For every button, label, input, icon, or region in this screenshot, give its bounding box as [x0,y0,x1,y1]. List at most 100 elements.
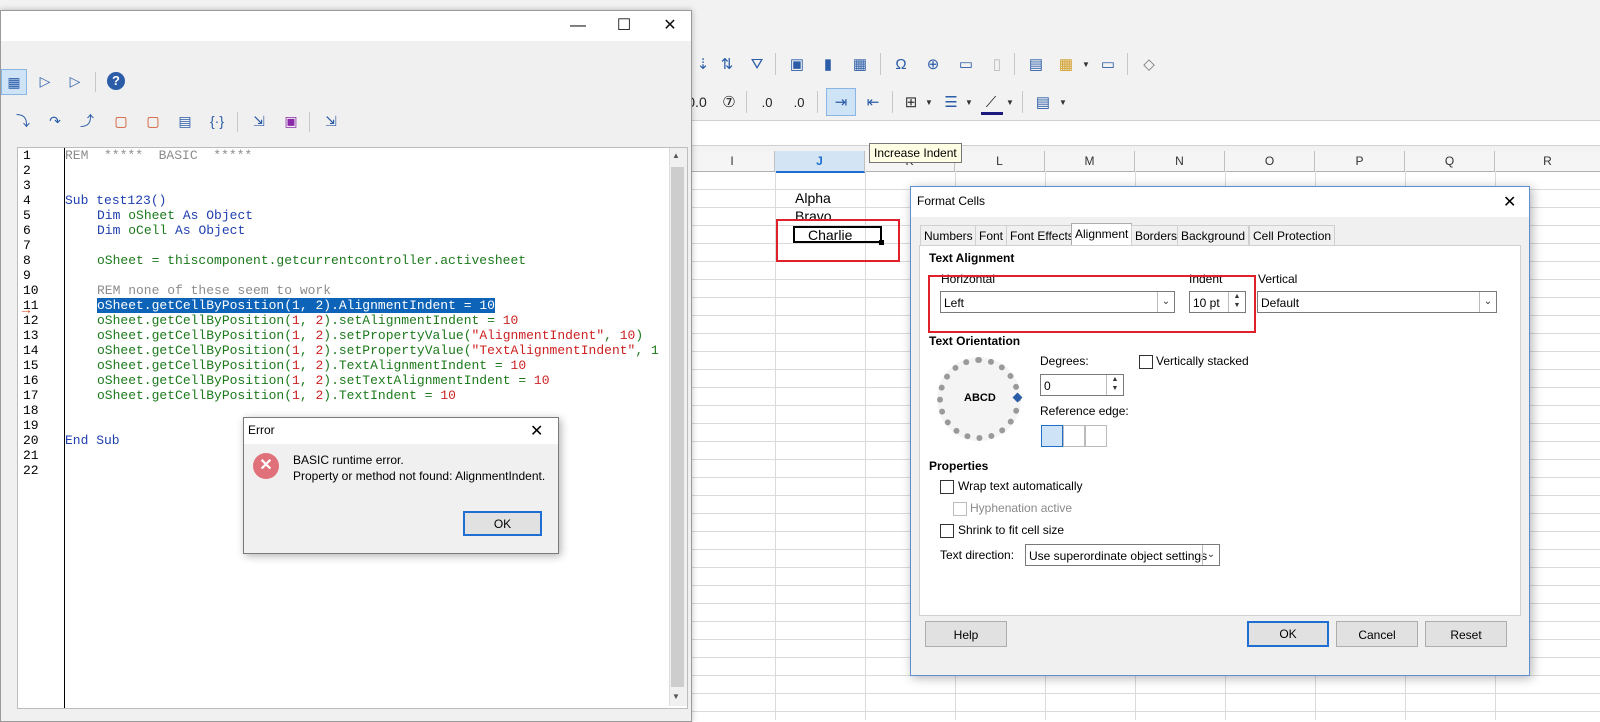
pivot-table-icon[interactable]: ▦ [849,53,871,75]
borders-icon[interactable]: ⊞ [900,91,922,113]
tab-numbers[interactable]: Numbers [920,225,977,246]
reset-button[interactable]: Reset [1425,621,1507,647]
split-window-icon[interactable]: ▭ [1097,53,1119,75]
tab-font-effects[interactable]: Font Effects [1006,225,1078,246]
hyphenation-checkbox[interactable] [953,502,967,516]
format-as-date-icon[interactable]: ⑦ [718,91,740,113]
column-header-m[interactable]: M [1045,151,1135,172]
enable-watch-icon[interactable]: ▤ [173,109,197,133]
code-line-20[interactable]: End Sub [65,433,120,448]
delete-decimal-place-icon[interactable]: .0 [788,91,810,113]
add-decimal-place-icon[interactable]: .0 [756,91,778,113]
code-line-15[interactable]: oSheet.getCellByPosition(1, 2).TextAlign… [97,358,526,373]
wrap-text-checkbox[interactable] [940,480,954,494]
ok-button[interactable]: OK [1247,621,1329,647]
column-header-i[interactable]: I [690,151,775,172]
export-basic-icon[interactable]: ▣ [279,109,303,133]
decrease-indent-icon[interactable]: ⇤ [862,91,884,113]
tab-background[interactable]: Background [1177,225,1250,246]
insert-source-icon[interactable]: ⇲ [319,109,343,133]
chevron-down-icon[interactable]: ⌄ [1479,292,1496,312]
headers-footers-icon[interactable]: ▯ [986,53,1008,75]
chevron-down-icon[interactable]: ▼ [1006,98,1014,107]
insert-chart-icon[interactable]: ▮ [817,53,839,75]
reference-edge-bottom-button[interactable] [1041,425,1063,447]
code-line-8[interactable]: oSheet = thiscomponent.getcurrentcontrol… [97,253,526,268]
help-icon[interactable]: ? [104,69,128,93]
code-line-12[interactable]: oSheet.getCellByPosition(1, 2).setAlignm… [97,313,518,328]
tab-borders[interactable]: Borders [1131,225,1182,246]
comment-icon[interactable]: ▭ [955,53,977,75]
column-header-r[interactable]: R [1495,151,1600,172]
define-print-area-icon[interactable]: ▤ [1025,53,1047,75]
column-header-j[interactable]: J [775,151,865,173]
text-direction-select[interactable]: Use superordinate object settings ⌄ [1025,544,1220,566]
step-into-icon[interactable]: ⤵ [11,109,35,133]
chevron-down-icon[interactable]: ⌄ [1202,545,1219,565]
vertical-select[interactable]: Default ⌄ [1257,291,1497,313]
vertically-stacked-checkbox[interactable] [1139,355,1153,369]
show-draw-functions-icon[interactable]: ◇ [1138,53,1160,75]
code-line-11-highlighted[interactable]: oSheet.getCellByPosition(1, 2).Alignment… [97,298,495,313]
cell-j2[interactable]: Alpha [795,190,831,206]
code-line-5[interactable]: Dim oSheet As Object [97,208,253,223]
column-header-l[interactable]: L [955,151,1045,172]
close-icon[interactable]: ✕ [1503,192,1516,212]
sort-icon[interactable]: ⇅ [716,53,738,75]
column-header-p[interactable]: P [1315,151,1405,172]
code-line-10[interactable]: REM none of these seem to work [97,283,331,298]
hyperlink-icon[interactable]: ⊕ [922,53,944,75]
insert-image-icon[interactable]: ▣ [786,53,808,75]
spin-arrows-icon[interactable]: ▲ ▼ [1106,375,1123,395]
tab-font[interactable]: Font [975,225,1008,246]
step-out-icon[interactable]: ⤴ [75,109,99,133]
freeze-rows-columns-icon[interactable]: ▦ [1055,53,1077,75]
ok-button[interactable]: OK [463,511,542,536]
code-line-4[interactable]: Sub test123() [65,193,166,208]
column-header-n[interactable]: N [1135,151,1225,172]
sort-descending-icon[interactable]: ⇣ [692,53,714,75]
macros-icon[interactable]: ▷ [63,69,87,93]
chevron-down-icon[interactable]: ▼ [1059,98,1067,107]
toggle-breakpoint-icon[interactable]: ▢ [109,109,133,133]
close-icon[interactable]: ✕ [530,421,543,441]
code-line-16[interactable]: oSheet.getCellByPosition(1, 2).setTextAl… [97,373,550,388]
column-header-q[interactable]: Q [1405,151,1495,172]
import-basic-icon[interactable]: ⇲ [247,109,271,133]
border-style-icon[interactable]: ☰ [940,91,962,113]
maximize-icon[interactable]: ☐ [601,11,647,41]
code-line-14[interactable]: oSheet.getCellByPosition(1, 2).setProper… [97,343,659,358]
code-line-1[interactable]: REM ***** BASIC ***** [65,148,252,163]
special-character-icon[interactable]: Ω [890,53,912,75]
code-line-13[interactable]: oSheet.getCellByPosition(1, 2).setProper… [97,328,643,343]
scroll-down-icon[interactable]: ▼ [672,692,680,701]
scrollbar-thumb[interactable] [671,167,684,687]
border-color-icon[interactable]: ⟋ [980,91,1002,113]
object-catalog-icon[interactable]: ▦ [1,69,27,95]
cancel-button[interactable]: Cancel [1336,621,1418,647]
code-line-6[interactable]: Dim oCell As Object [97,223,245,238]
shrink-to-fit-checkbox[interactable] [940,524,954,538]
chevron-down-icon[interactable]: ▼ [965,98,973,107]
autofilter-icon[interactable]: ⛛ [746,53,768,75]
manage-breakpoints-icon[interactable]: ▢ [141,109,165,133]
run-basic-icon[interactable]: ▷ [33,69,57,93]
tab-alignment[interactable]: Alignment [1071,223,1133,246]
reference-edge-inside-button[interactable] [1085,425,1107,447]
find-parentheses-icon[interactable]: {·} [205,109,229,133]
tab-cell-protection[interactable]: Cell Protection [1249,225,1336,246]
step-over-icon[interactable]: ↷ [43,109,67,133]
minimize-icon[interactable]: — [555,11,601,41]
chevron-down-icon[interactable]: ▼ [1082,60,1090,69]
conditional-format-icon[interactable]: ▤ [1032,91,1054,113]
reference-edge-top-button[interactable] [1063,425,1085,447]
degrees-spinbox[interactable]: 0 ▲ ▼ [1040,374,1124,396]
help-button[interactable]: Help [925,621,1007,647]
code-line-17[interactable]: oSheet.getCellByPosition(1, 2).TextInden… [97,388,456,403]
formula-bar[interactable] [690,120,1600,146]
close-icon[interactable]: ✕ [647,11,693,41]
column-header-o[interactable]: O [1225,151,1315,172]
chevron-down-icon[interactable]: ▼ [925,98,933,107]
scroll-up-icon[interactable]: ▲ [672,151,680,160]
increase-indent-icon[interactable]: ⇥ [826,88,856,116]
